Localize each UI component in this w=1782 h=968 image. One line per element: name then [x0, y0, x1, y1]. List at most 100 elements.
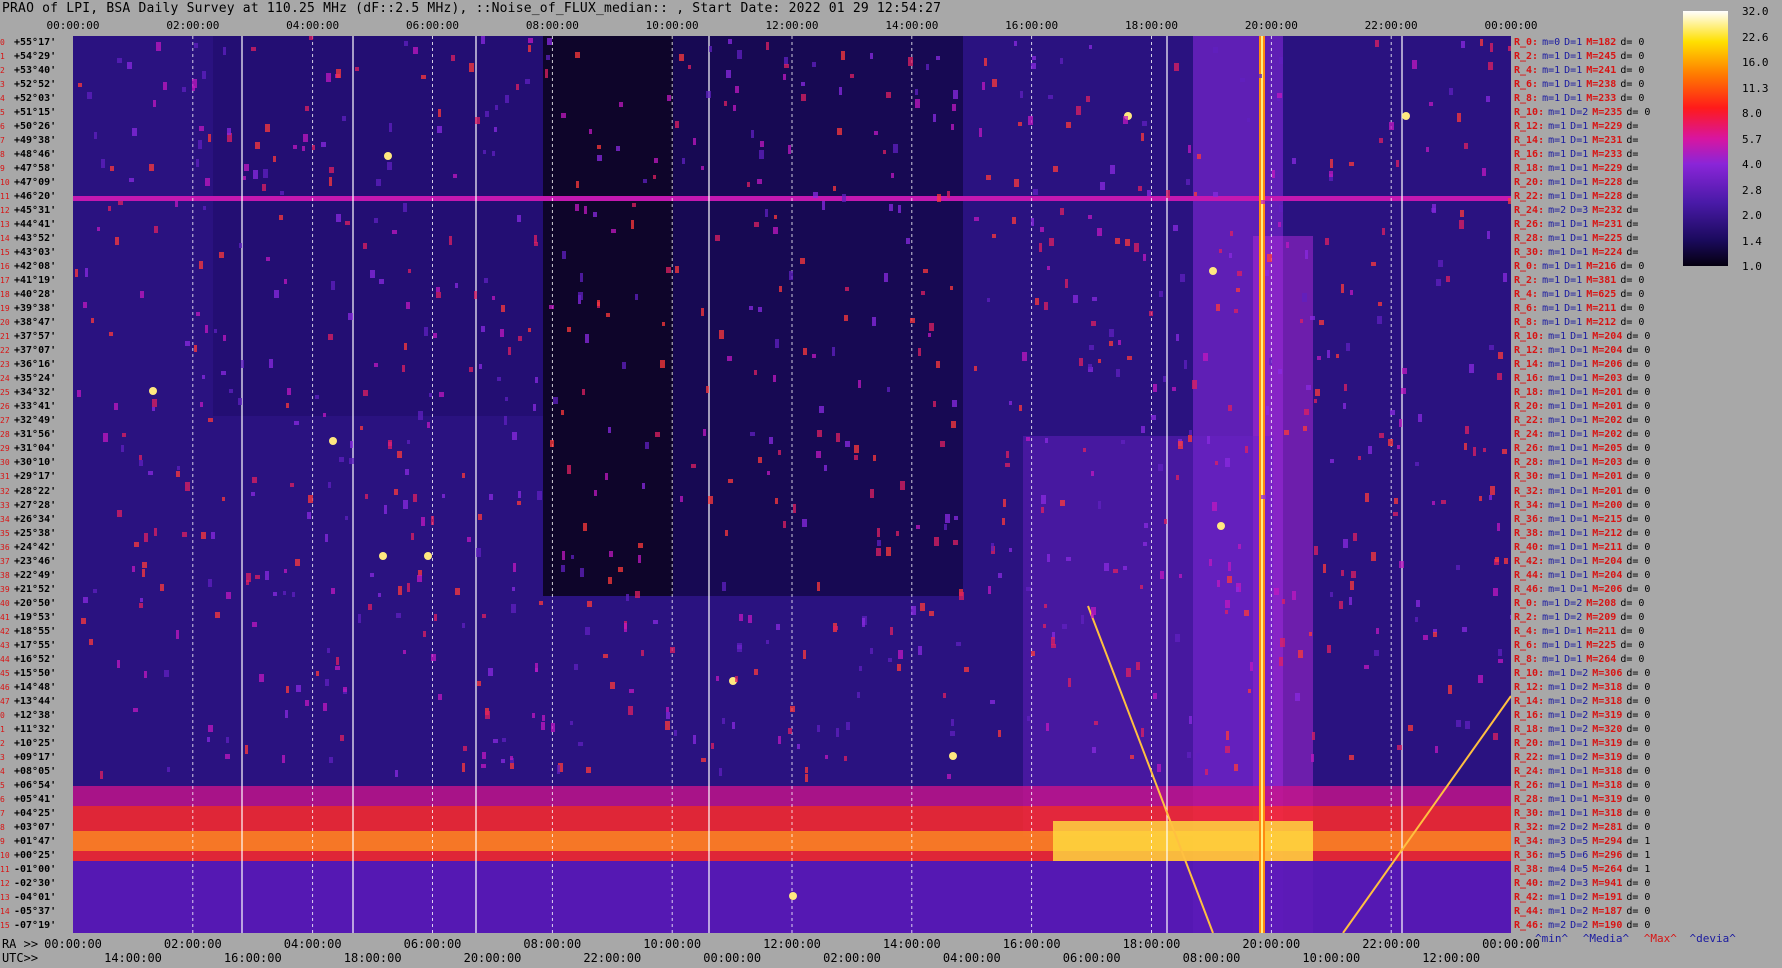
noise-pixel	[870, 648, 873, 654]
stats-m: M=204	[1592, 555, 1623, 567]
stats-dev: d= 0	[1620, 597, 1645, 609]
noise-pixel	[283, 591, 286, 595]
stats-m: m=1	[1542, 597, 1561, 609]
stats-m: m=1	[1548, 555, 1567, 567]
noise-pixel	[1350, 290, 1353, 295]
noise-pixel	[227, 128, 231, 135]
noise-pixel	[451, 55, 455, 61]
colorbar-tick-label: 32.0	[1742, 5, 1769, 18]
stats-d: D=2	[1570, 667, 1589, 679]
point-source	[789, 892, 797, 900]
noise-pixel	[1098, 359, 1101, 363]
noise-pixel	[132, 566, 135, 572]
declination-label: 1 +54°29'	[0, 50, 56, 63]
declination-index: 15	[0, 920, 10, 930]
stats-row: R_16: m=1 D=2 M=319 d= 0	[1514, 709, 1650, 723]
utc-tick-label: 10:00:00	[1302, 951, 1361, 965]
declination-label: 4 +08°05'	[0, 765, 56, 778]
declination-value: +44°41'	[14, 219, 57, 231]
declination-label: 33 +27°28'	[0, 499, 56, 512]
noise-pixel	[1303, 426, 1307, 431]
time-tick-label: 20:00:00	[1244, 19, 1298, 32]
stats-m: M=231	[1592, 219, 1623, 231]
utc-tick-label: 22:00:00	[583, 951, 642, 965]
stats-d: D=1	[1570, 191, 1589, 203]
stats-m: M=381	[1586, 275, 1617, 287]
noise-pixel	[1497, 373, 1502, 380]
noise-pixel	[934, 537, 939, 546]
declination-index: 22	[0, 346, 10, 356]
noise-pixel	[1230, 231, 1233, 236]
stats-r: R_6:	[1514, 639, 1539, 651]
noise-pixel	[431, 654, 436, 661]
stats-d: D=2	[1570, 709, 1589, 721]
noise-pixel	[926, 64, 929, 70]
noise-pixel	[1448, 685, 1452, 694]
stats-m: M=241	[1586, 65, 1617, 77]
noise-pixel	[85, 268, 88, 277]
noise-pixel	[1225, 600, 1230, 608]
stats-r: R_16:	[1514, 709, 1545, 721]
noise-pixel	[778, 736, 781, 744]
stats-row: R_24: m=1 D=1 M=202 d= 0	[1514, 428, 1650, 442]
stats-d: D=2	[1564, 611, 1583, 623]
declination-index: 13	[0, 892, 10, 902]
noise-pixel	[608, 427, 611, 433]
declination-label: 20 +38°47'	[0, 316, 56, 329]
noise-pixel	[1234, 309, 1238, 313]
noise-pixel	[944, 524, 947, 530]
stats-m: m=1	[1542, 51, 1561, 63]
noise-pixel	[662, 322, 665, 326]
noise-pixel	[1188, 435, 1192, 442]
noise-pixel	[1480, 39, 1483, 46]
stats-row: R_18: m=1 D=1 M=201 d= 0	[1514, 386, 1650, 400]
noise-pixel	[1495, 557, 1499, 562]
noise-pixel	[889, 204, 893, 211]
declination-value: +05°41'	[14, 793, 57, 805]
noise-pixel	[108, 206, 111, 211]
noise-pixel	[1006, 451, 1009, 458]
noise-pixel	[635, 591, 640, 598]
noise-pixel	[1487, 231, 1490, 239]
stats-dev: d=	[1626, 149, 1639, 161]
noise-pixel	[1309, 632, 1312, 636]
noise-pixel	[953, 540, 958, 545]
stats-m: m=1	[1548, 569, 1567, 581]
stats-row: R_36: m=1 D=1 M=215 d= 0	[1514, 513, 1650, 527]
stats-row: R_22: m=1 D=1 M=202 d= 0	[1514, 414, 1650, 428]
noise-pixel	[83, 302, 87, 308]
noise-pixel	[494, 127, 497, 132]
noise-pixel	[517, 215, 521, 222]
noise-pixel	[402, 365, 405, 372]
noise-pixel	[1236, 288, 1240, 292]
noise-pixel	[984, 58, 987, 66]
declination-index: 8	[0, 822, 5, 832]
noise-pixel	[812, 62, 816, 67]
noise-pixel	[511, 604, 516, 613]
noise-pixel	[360, 426, 363, 430]
stats-d: D=2	[1564, 597, 1583, 609]
noise-pixel	[462, 473, 465, 478]
noise-pixel	[328, 334, 333, 340]
stats-m: m=1	[1542, 653, 1561, 665]
noise-pixel	[1323, 564, 1326, 573]
noise-pixel	[1244, 610, 1249, 616]
stats-r: R_0:	[1514, 597, 1539, 609]
noise-pixel	[1053, 166, 1058, 172]
declination-index: 1	[0, 724, 5, 734]
stats-m: m=1	[1548, 667, 1567, 679]
noise-pixel	[1164, 519, 1167, 524]
declination-label: 3 +52°52'	[0, 78, 56, 91]
noise-pixel	[805, 774, 808, 782]
noise-pixel	[1091, 614, 1094, 618]
noise-pixel	[153, 100, 156, 107]
declination-value: +38°47'	[14, 317, 57, 329]
noise-pixel	[1483, 448, 1486, 452]
noise-pixel	[1047, 554, 1050, 562]
stats-dev: d= 0	[1620, 37, 1645, 48]
declination-value: +06°54'	[14, 779, 57, 791]
noise-pixel	[1153, 384, 1157, 392]
noise-pixel	[1461, 41, 1465, 48]
noise-pixel	[783, 521, 786, 528]
stats-m: m=1	[1548, 695, 1567, 707]
